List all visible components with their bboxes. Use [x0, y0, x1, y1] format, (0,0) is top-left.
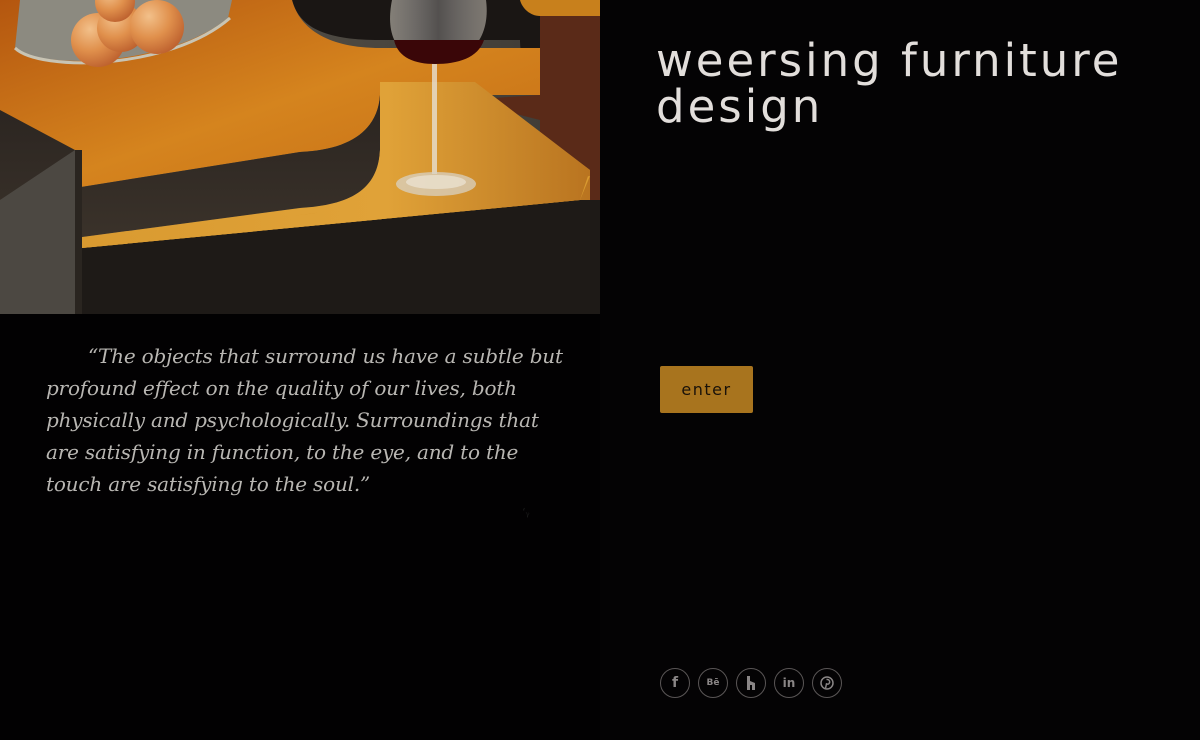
linkedin-icon: in [782, 676, 796, 690]
quote-text: “The objects that surround us have a sub… [46, 344, 563, 496]
behance-icon: Bē [706, 678, 720, 688]
site-title: weersing furniture design [656, 34, 1123, 133]
houzz-link[interactable] [736, 668, 766, 698]
houzz-icon [746, 676, 756, 690]
social-links: f Bē in [660, 668, 842, 698]
hero-photo [0, 0, 600, 314]
behance-link[interactable]: Bē [698, 668, 728, 698]
right-panel: weersing furniture design enter f Bē in [600, 0, 1200, 740]
linkedin-link[interactable]: in [774, 668, 804, 698]
enter-button[interactable]: enter [660, 366, 753, 413]
left-panel: “The objects that surround us have a sub… [0, 0, 600, 740]
furniture-table-image [0, 0, 600, 314]
pinterest-icon [820, 676, 834, 690]
quote-ornament: ‘ᵧ [522, 506, 530, 519]
facebook-icon: f [671, 675, 679, 691]
pinterest-link[interactable] [812, 668, 842, 698]
facebook-link[interactable]: f [660, 668, 690, 698]
